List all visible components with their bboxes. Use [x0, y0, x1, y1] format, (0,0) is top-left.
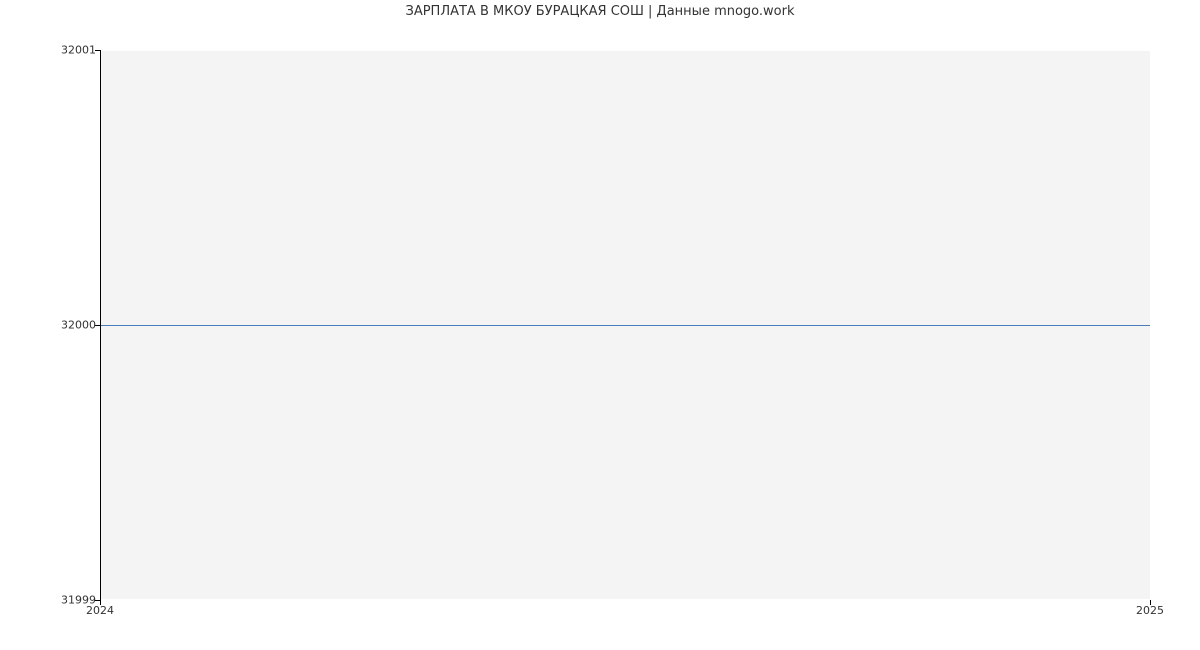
xtick-label: 2025: [1136, 604, 1164, 617]
plot-area: [100, 50, 1150, 600]
xtick-label: 2024: [86, 604, 114, 617]
ytick-label: 32000: [61, 319, 96, 332]
chart-title: ЗАРПЛАТА В МКОУ БУРАЦКАЯ СОШ | Данные mn…: [0, 4, 1200, 19]
ytick-label: 32001: [61, 44, 96, 57]
chart-container: ЗАРПЛАТА В МКОУ БУРАЦКАЯ СОШ | Данные mn…: [0, 0, 1200, 650]
series-line-salary: [101, 325, 1150, 326]
gridline: [101, 599, 1150, 600]
gridline: [101, 50, 1150, 51]
